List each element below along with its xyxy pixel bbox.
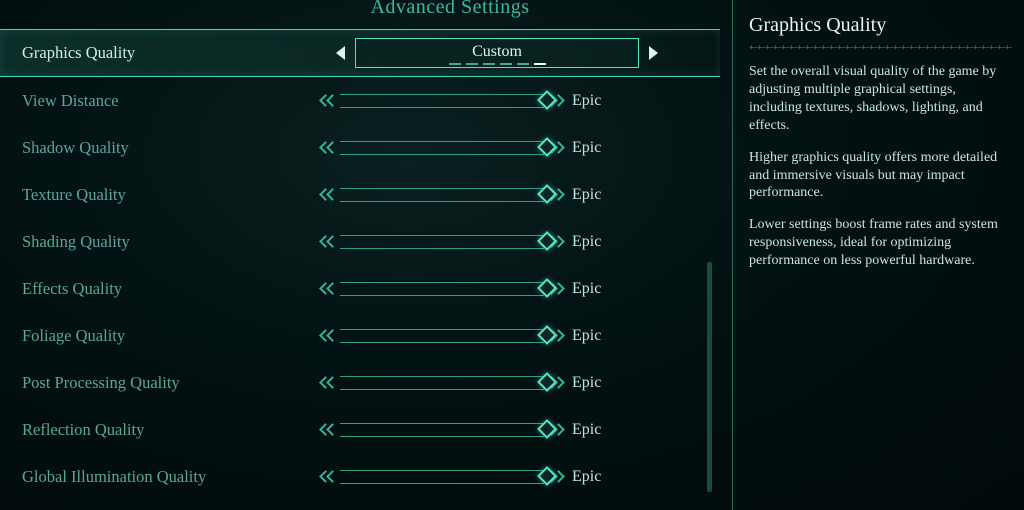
slider-value: Epic xyxy=(572,186,622,204)
setting-row[interactable]: Post Processing Quality Epic xyxy=(0,359,720,406)
slider-value: Epic xyxy=(572,139,622,157)
slider-track xyxy=(340,376,544,390)
option-ticks xyxy=(449,63,546,65)
slider-track xyxy=(340,188,544,202)
help-panel: Graphics Quality Set the overall visual … xyxy=(732,0,1024,510)
setting-label: Effects Quality xyxy=(22,279,322,299)
slider-value: Epic xyxy=(572,327,622,345)
slider[interactable] xyxy=(322,90,562,112)
slider-decrease-icon[interactable] xyxy=(318,232,344,252)
slider[interactable] xyxy=(322,325,562,347)
help-body: Set the overall visual quality of the ga… xyxy=(749,63,1012,270)
slider-control: Epic xyxy=(322,231,622,253)
option-tick xyxy=(466,63,478,65)
setting-row[interactable]: Global Illumination Quality Epic xyxy=(0,453,720,500)
settings-list: Graphics QualityCustomView DistanceEpicS… xyxy=(0,29,720,500)
slider-track xyxy=(340,235,544,249)
option-tick xyxy=(534,63,546,65)
slider-value: Epic xyxy=(572,92,622,110)
setting-row[interactable]: Shading Quality Epic xyxy=(0,218,720,265)
slider-control: Epic xyxy=(322,137,622,159)
slider[interactable] xyxy=(322,278,562,300)
setting-label: Global Illumination Quality xyxy=(22,467,322,487)
slider-decrease-icon[interactable] xyxy=(318,91,344,111)
setting-row[interactable]: Shadow Quality Epic xyxy=(0,124,720,171)
slider-value: Epic xyxy=(572,233,622,251)
setting-row[interactable]: Reflection Quality Epic xyxy=(0,406,720,453)
help-divider xyxy=(749,45,1012,49)
slider-control: Epic xyxy=(322,90,622,112)
slider-value: Epic xyxy=(572,374,622,392)
slider-control: Epic xyxy=(322,372,622,394)
help-paragraph: Lower settings boost frame rates and sys… xyxy=(749,216,1012,270)
slider-value: Epic xyxy=(572,468,622,486)
option-tick xyxy=(517,63,529,65)
setting-label: Post Processing Quality xyxy=(22,373,322,393)
settings-panel: Advanced Settings Graphics Quality Custom… xyxy=(0,0,720,510)
slider[interactable] xyxy=(322,466,562,488)
dropdown[interactable]: Custom xyxy=(355,38,639,68)
section-title: Advanced Settings xyxy=(180,0,720,19)
setting-label: Shadow Quality xyxy=(22,138,322,158)
setting-row[interactable]: View Distance Epic xyxy=(0,77,720,124)
slider-control: Epic xyxy=(322,278,622,300)
slider-track xyxy=(340,141,544,155)
slider-decrease-icon[interactable] xyxy=(318,373,344,393)
slider-control: Epic xyxy=(322,419,622,441)
slider-value: Epic xyxy=(572,421,622,439)
setting-row[interactable]: Texture Quality Epic xyxy=(0,171,720,218)
slider-decrease-icon[interactable] xyxy=(318,279,344,299)
help-paragraph: Higher graphics quality offers more deta… xyxy=(749,149,1012,203)
help-title: Graphics Quality xyxy=(749,14,1012,37)
slider-track xyxy=(340,94,544,108)
setting-row[interactable]: Effects Quality Epic xyxy=(0,265,720,312)
slider-control: Epic xyxy=(322,325,622,347)
slider-track xyxy=(340,329,544,343)
slider-track xyxy=(340,282,544,296)
slider[interactable] xyxy=(322,184,562,206)
slider[interactable] xyxy=(322,231,562,253)
next-option-arrow-icon[interactable] xyxy=(649,46,658,60)
previous-option-arrow-icon[interactable] xyxy=(336,46,345,60)
setting-label: Foliage Quality xyxy=(22,326,322,346)
setting-label: Reflection Quality xyxy=(22,420,322,440)
slider-decrease-icon[interactable] xyxy=(318,326,344,346)
slider[interactable] xyxy=(322,419,562,441)
slider-track xyxy=(340,423,544,437)
option-tick xyxy=(483,63,495,65)
slider-decrease-icon[interactable] xyxy=(318,420,344,440)
slider-track xyxy=(340,470,544,484)
slider[interactable] xyxy=(322,372,562,394)
help-paragraph: Set the overall visual quality of the ga… xyxy=(749,63,1012,135)
setting-label: Graphics Quality xyxy=(22,43,322,63)
setting-label: View Distance xyxy=(22,91,322,111)
slider-control: Epic xyxy=(322,466,622,488)
option-tick xyxy=(449,63,461,65)
setting-label: Texture Quality xyxy=(22,185,322,205)
slider-decrease-icon[interactable] xyxy=(318,467,344,487)
setting-row[interactable]: Graphics Quality Custom xyxy=(0,29,720,77)
setting-row[interactable]: Foliage Quality Epic xyxy=(0,312,720,359)
option-tick xyxy=(500,63,512,65)
scrollbar[interactable] xyxy=(707,262,712,492)
slider[interactable] xyxy=(322,137,562,159)
dropdown-control: Custom xyxy=(336,38,658,68)
slider-control: Epic xyxy=(322,184,622,206)
setting-label: Shading Quality xyxy=(22,232,322,252)
slider-decrease-icon[interactable] xyxy=(318,138,344,158)
dropdown-value: Custom xyxy=(472,43,522,61)
slider-decrease-icon[interactable] xyxy=(318,185,344,205)
slider-value: Epic xyxy=(572,280,622,298)
